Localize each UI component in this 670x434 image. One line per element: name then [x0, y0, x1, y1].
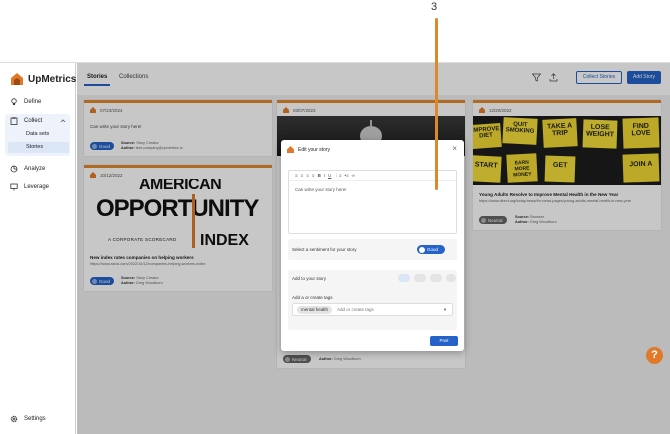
sidebar-item-data-sets[interactable]: Data sets: [26, 131, 49, 137]
close-icon[interactable]: ×: [452, 144, 457, 153]
bold-icon[interactable]: B: [318, 173, 321, 178]
upmetrics-logo-icon: [11, 73, 23, 85]
story-editor[interactable]: ≡ ≡ ≡ ≡ B I U ⋮≡ •≡ ∞ Can write your sto…: [288, 170, 457, 234]
sidebar-item-label: Analyze: [24, 166, 46, 172]
tags-input[interactable]: mental health Add or create tags ▼: [292, 303, 453, 316]
ordered-list-icon[interactable]: ⋮≡: [334, 173, 341, 179]
sidebar-item-label: Leverage: [24, 184, 50, 190]
modal-title: Edit your story: [298, 146, 330, 153]
lightbulb-icon: [11, 98, 17, 105]
presentation-icon: [10, 183, 18, 191]
editor-toolbar: ≡ ≡ ≡ ≡ B I U ⋮≡ •≡ ∞: [289, 171, 456, 181]
add-to-story-label: Add to your story: [292, 276, 327, 281]
sidebar-item-stories[interactable]: Stories: [8, 142, 69, 153]
tags-label: Add a or create tags: [292, 295, 333, 300]
callout-number: 3: [431, 1, 438, 13]
sentiment-label: Select a sentiment for your story: [292, 247, 357, 252]
sidebar-item-label: Collect: [24, 118, 43, 124]
document-icon[interactable]: [446, 274, 456, 282]
image-icon[interactable]: [414, 274, 426, 282]
editor-content[interactable]: Can write your story here!: [295, 187, 347, 192]
chart-pie-icon: [10, 165, 18, 173]
align-justify-icon[interactable]: ≡: [312, 173, 315, 178]
chevron-down-icon[interactable]: ▼: [443, 307, 447, 312]
sidebar: UpMetrics Define Collect Data sets Stori…: [0, 63, 76, 434]
brand-name: UpMetrics: [28, 73, 77, 85]
align-right-icon[interactable]: ≡: [306, 173, 309, 178]
callout-pointer: [435, 18, 438, 190]
attachment-icon[interactable]: [430, 274, 442, 282]
sidebar-item-leverage[interactable]: Leverage: [10, 183, 49, 191]
gear-icon: [10, 415, 18, 423]
tag-chip[interactable]: mental health: [297, 306, 333, 314]
sidebar-item-label: Settings: [24, 416, 46, 422]
sentiment-toggle[interactable]: Good: [417, 245, 445, 254]
link-icon[interactable]: ∞: [352, 173, 355, 178]
help-button[interactable]: ?: [646, 347, 663, 364]
sentiment-section: Select a sentiment for your story Good: [288, 239, 457, 260]
italic-icon[interactable]: I: [324, 173, 325, 178]
sidebar-item-define[interactable]: Define: [10, 98, 41, 106]
sidebar-item-analyze[interactable]: Analyze: [10, 165, 45, 173]
add-to-story-section: Add to your story: [288, 270, 457, 330]
modal-header: Edit your story: [287, 146, 330, 153]
bullet-list-icon[interactable]: •≡: [344, 173, 348, 178]
align-left-icon[interactable]: ≡: [295, 173, 298, 178]
story-icon: [287, 146, 294, 153]
tag-icon[interactable]: [398, 274, 410, 282]
post-button[interactable]: Post: [430, 336, 458, 346]
align-center-icon[interactable]: ≡: [301, 173, 304, 178]
chevron-up-icon[interactable]: [60, 118, 66, 124]
brand[interactable]: UpMetrics: [10, 72, 76, 86]
sidebar-item-settings[interactable]: Settings: [10, 415, 46, 423]
sidebar-item-collect[interactable]: Collect: [10, 117, 42, 125]
tags-placeholder: Add or create tags: [337, 307, 374, 312]
sidebar-item-label: Define: [24, 99, 42, 105]
clipboard-icon: [10, 117, 18, 125]
underline-icon[interactable]: U: [328, 173, 331, 178]
